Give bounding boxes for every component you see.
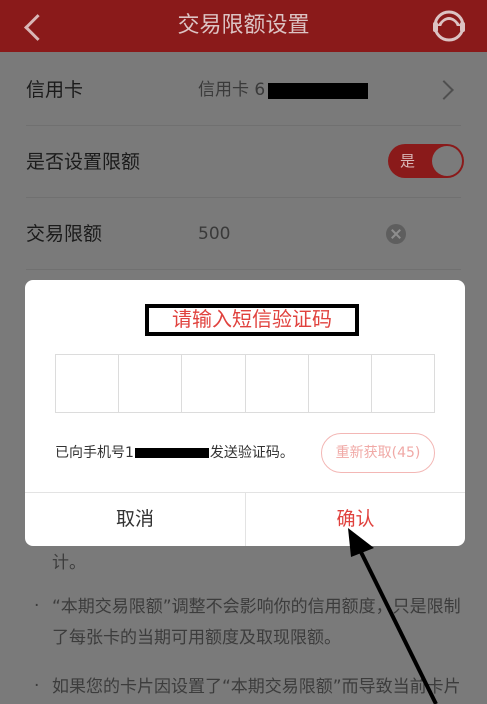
set-limit-toggle[interactable]: 是 xyxy=(388,144,464,178)
bullet-dot: · xyxy=(34,596,40,616)
note-text: 如果您的卡片因设置了“本期交易限额”而导致当前卡片 xyxy=(52,677,461,697)
dialog-title: 请输入短信验证码 xyxy=(172,307,332,331)
cancel-button[interactable]: 取消 xyxy=(25,493,245,546)
limit-input[interactable]: 500 xyxy=(198,198,230,270)
code-input-group[interactable] xyxy=(55,354,435,413)
dialog-title-box: 请输入短信验证码 xyxy=(145,304,359,336)
set-limit-label: 是否设置限额 xyxy=(26,151,141,173)
sms-hint: 已向手机号1 发送验证码。 xyxy=(55,443,294,463)
divider xyxy=(26,269,461,270)
clear-icon[interactable] xyxy=(386,224,406,244)
bullet-dot: · xyxy=(34,676,40,696)
card-number-redaction xyxy=(268,83,368,99)
card-value: 信用卡 6 xyxy=(198,80,266,100)
limit-row: 交易限额 500 xyxy=(0,198,487,270)
code-box[interactable] xyxy=(119,355,183,412)
code-box[interactable] xyxy=(372,355,434,412)
customer-service-icon[interactable] xyxy=(431,6,467,46)
set-limit-row: 是否设置限额 是 xyxy=(0,126,487,198)
sms-verification-dialog: 请输入短信验证码 已向手机号1 发送验证码。 重新获取(45) 取消 确认 xyxy=(25,280,465,546)
code-box[interactable] xyxy=(182,355,246,412)
sms-hint-prefix: 已向手机号1 xyxy=(55,445,134,461)
note-text: 计。 xyxy=(52,553,86,573)
code-box[interactable] xyxy=(56,355,120,412)
phone-redaction xyxy=(134,448,209,458)
code-box[interactable] xyxy=(309,355,372,412)
note-text: “本期交易限额”调整不会影响你的信用额度，只是限制 xyxy=(52,597,461,617)
resend-code-button[interactable]: 重新获取(45) xyxy=(321,433,435,473)
note-text: 了每张卡的当期可用额度及取现限额。 xyxy=(52,628,341,648)
confirm-button[interactable]: 确认 xyxy=(246,493,465,546)
toggle-label: 是 xyxy=(400,152,416,170)
toggle-knob xyxy=(432,146,462,176)
page-title: 交易限额设置 xyxy=(177,13,310,38)
app-header: 交易限额设置 xyxy=(0,0,487,52)
limit-label: 交易限额 xyxy=(26,223,103,245)
code-box[interactable] xyxy=(246,355,309,412)
card-row[interactable]: 信用卡 信用卡 6 xyxy=(0,54,487,126)
card-label: 信用卡 xyxy=(26,79,84,101)
sms-hint-suffix: 发送验证码。 xyxy=(209,445,294,461)
chevron-right-icon[interactable] xyxy=(434,80,454,100)
